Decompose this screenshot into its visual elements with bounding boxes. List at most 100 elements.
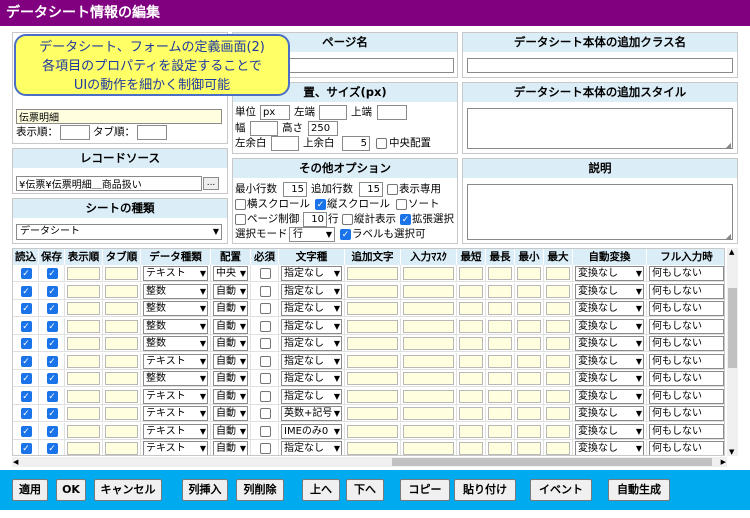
grid-select-full[interactable]: 何もしない (649, 388, 724, 404)
grid-input[interactable] (546, 354, 570, 368)
min-rows-field[interactable] (283, 182, 307, 197)
grid-select-conv[interactable]: 変換なし ▼ (575, 388, 644, 404)
grid-select-align[interactable]: 自動 ▼ (213, 441, 248, 455)
grid-input[interactable] (546, 389, 570, 403)
grid-input[interactable] (488, 319, 512, 333)
grid-checkbox[interactable]: ✓ (46, 443, 58, 454)
grid-input[interactable] (517, 407, 541, 420)
grid-input[interactable] (403, 337, 454, 350)
autogen-button[interactable]: 自動生成 (608, 479, 670, 501)
grid-select-conv[interactable]: 変換なし ▼ (575, 301, 644, 316)
grid-input[interactable] (517, 424, 541, 438)
grid-input[interactable] (67, 284, 100, 298)
grid-select-align[interactable]: 自動 ▼ (213, 301, 248, 316)
left-field[interactable] (319, 105, 347, 120)
grid-select-chars[interactable]: 指定なし ▼ (281, 336, 342, 351)
grid-checkbox[interactable]: ✓ (46, 390, 58, 402)
grid-checkbox[interactable]: ✓ (20, 443, 32, 454)
grid-input[interactable] (105, 389, 138, 403)
grid-input[interactable] (488, 424, 512, 438)
grid-input[interactable] (105, 424, 138, 438)
grid-input[interactable] (67, 442, 100, 455)
top-field[interactable] (377, 105, 407, 120)
record-source-field[interactable] (16, 176, 202, 191)
grid-input[interactable] (459, 372, 483, 385)
grid-input[interactable] (347, 319, 398, 333)
grid-select-type[interactable]: テキスト ▼ (143, 388, 208, 404)
grid-select-align[interactable]: 自動 ▼ (213, 388, 248, 404)
grid-input[interactable] (459, 267, 483, 280)
move-up-button[interactable]: 上へ (302, 479, 340, 501)
grid-select-type[interactable]: テキスト ▼ (143, 423, 208, 439)
grid-select-chars[interactable]: 英数+記号 ▼ (281, 406, 342, 421)
grid-select-chars[interactable]: 指定なし ▼ (281, 266, 342, 281)
horizontal-scrollbar[interactable]: ◀ ▶ (12, 457, 727, 467)
grid-input[interactable] (459, 407, 483, 420)
grid-input[interactable] (488, 284, 512, 298)
grid-checkbox[interactable]: ✓ (20, 285, 32, 297)
grid-input[interactable] (459, 337, 483, 350)
grid-input[interactable] (403, 319, 454, 333)
grid-input[interactable] (105, 267, 138, 280)
grid-select-align[interactable]: 自動 ▼ (213, 283, 248, 299)
unit-field[interactable] (260, 105, 290, 120)
grid-checkbox[interactable] (259, 408, 271, 419)
grid-select-conv[interactable]: 変換なし ▼ (575, 336, 644, 351)
grid-input[interactable] (517, 442, 541, 455)
grid-input[interactable] (488, 407, 512, 420)
height-field[interactable] (308, 121, 338, 136)
grid-input[interactable] (517, 284, 541, 298)
grid-input[interactable] (105, 284, 138, 298)
grid-input[interactable] (347, 424, 398, 438)
grid-select-align[interactable]: 自動 ▼ (213, 318, 248, 334)
scroll-thumb[interactable] (728, 288, 737, 368)
grid-input[interactable] (488, 389, 512, 403)
grid-input[interactable] (546, 442, 570, 455)
grid-checkbox[interactable] (259, 373, 271, 384)
grid-input[interactable] (517, 302, 541, 315)
grid-input[interactable] (67, 319, 100, 333)
grid-input[interactable] (67, 267, 100, 280)
grid-checkbox[interactable]: ✓ (46, 425, 58, 437)
grid-select-align[interactable]: 自動 ▼ (213, 423, 248, 439)
paste-button[interactable]: 貼り付け (454, 479, 516, 501)
grid-checkbox[interactable]: ✓ (46, 338, 58, 349)
grid-input[interactable] (403, 372, 454, 385)
labelsel-checkbox[interactable]: ✓ (340, 229, 351, 240)
col-insert-button[interactable]: 列挿入 (182, 479, 228, 501)
grid-input[interactable] (546, 337, 570, 350)
grid-input[interactable] (488, 337, 512, 350)
scroll-right-icon[interactable]: ▶ (721, 457, 726, 467)
grid-checkbox[interactable] (259, 303, 271, 314)
grid-checkbox[interactable] (259, 338, 271, 349)
grid-select-full[interactable]: 何もしない (649, 336, 724, 351)
add-rows-field[interactable] (359, 182, 383, 197)
grid-input[interactable] (347, 372, 398, 385)
grid-checkbox[interactable]: ✓ (20, 320, 32, 332)
copy-button[interactable]: コピー (400, 479, 450, 501)
grid-select-chars[interactable]: 指定なし ▼ (281, 441, 342, 455)
grid-select-full[interactable]: 何もしない (649, 283, 724, 299)
grid-select-chars[interactable]: 指定なし ▼ (281, 301, 342, 316)
grid-input[interactable] (347, 389, 398, 403)
grid-input[interactable] (347, 337, 398, 350)
grid-checkbox[interactable]: ✓ (46, 408, 58, 419)
grid-checkbox[interactable] (259, 355, 271, 367)
grid-input[interactable] (459, 302, 483, 315)
grid-input[interactable] (67, 407, 100, 420)
grid-select-type[interactable]: テキスト ▼ (143, 441, 208, 455)
grid-input[interactable] (546, 319, 570, 333)
grid-input[interactable] (546, 372, 570, 385)
grid-input[interactable] (105, 372, 138, 385)
grid-select-align[interactable]: 自動 ▼ (213, 353, 248, 369)
grid-input[interactable] (403, 389, 454, 403)
grid-input[interactable] (517, 354, 541, 368)
cancel-button[interactable]: キャンセル (94, 479, 162, 501)
grid-checkbox[interactable]: ✓ (20, 338, 32, 349)
grid-input[interactable] (517, 319, 541, 333)
grid-select-type[interactable]: 整数 ▼ (143, 283, 208, 299)
col-delete-button[interactable]: 列削除 (236, 479, 284, 501)
ok-button[interactable]: OK (56, 479, 86, 501)
grid-checkbox[interactable] (259, 390, 271, 402)
scroll-down-icon[interactable]: ▼ (729, 448, 734, 456)
